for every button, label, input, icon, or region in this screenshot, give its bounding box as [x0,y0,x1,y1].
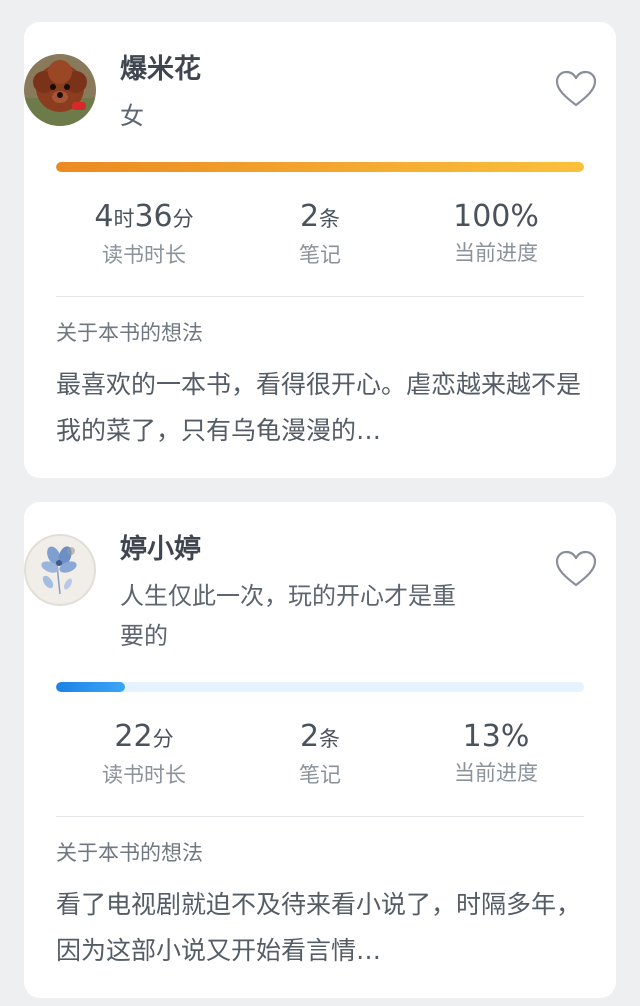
progress-fill [56,162,584,172]
review-card[interactable]: 婷小婷 人生仅此一次，玩的开心才是重要的 22分 读书时长 2条 笔记 13% … [24,502,616,998]
reading-progress-bar [56,162,584,172]
thought-text[interactable]: 最喜欢的一本书，看得很开心。虐恋越来越不是我的菜了，只有乌龟漫漫的… [56,362,584,454]
stat-progress: 100% 当前进度 [408,198,584,278]
avatar[interactable] [24,54,96,126]
progress-fill [56,682,125,692]
stat-reading-time: 22分 读书时长 [56,718,232,798]
stats-row: 4时36分 读书时长 2条 笔记 100% 当前进度 [56,198,584,278]
dog-avatar-image [24,54,96,126]
user-subtitle: 人生仅此一次，玩的开心才是重要的 [120,582,456,650]
reading-time-label: 读书时长 [102,763,186,787]
notes-label: 笔记 [299,763,341,787]
review-card[interactable]: 爆米花 女 4时36分 读书时长 2条 笔记 100% 当前进度 关于本书的想法… [24,22,616,478]
thought-text[interactable]: 看了电视剧就迫不及待来看小说了，时隔多年，因为这部小说又开始看言情… [56,882,584,974]
thought-title: 关于本书的想法 [56,321,203,345]
notes-value: 2条 [299,199,341,234]
user-name: 婷小婷 [120,534,201,565]
reading-time-value: 22分 [114,719,174,754]
progress-value: 13% [462,719,530,754]
progress-label: 当前进度 [454,761,538,785]
reading-time-label: 读书时长 [102,243,186,267]
heart-icon[interactable] [554,548,598,592]
thought-title: 关于本书的想法 [56,841,203,865]
stat-reading-time: 4时36分 读书时长 [56,198,232,278]
heart-icon[interactable] [554,68,598,112]
flower-avatar-image [24,534,96,606]
reading-progress-bar [56,682,584,692]
stat-notes: 2条 笔记 [232,198,408,278]
reading-time-value: 4时36分 [94,199,194,234]
avatar[interactable] [24,534,96,606]
notes-value: 2条 [299,719,341,754]
divider [56,816,584,817]
progress-label: 当前进度 [454,241,538,265]
stat-progress: 13% 当前进度 [408,718,584,798]
stat-notes: 2条 笔记 [232,718,408,798]
user-name: 爆米花 [120,54,201,85]
divider [56,296,584,297]
notes-label: 笔记 [299,243,341,267]
stats-row: 22分 读书时长 2条 笔记 13% 当前进度 [56,718,584,798]
user-subtitle: 女 [120,102,144,130]
progress-value: 100% [453,199,539,234]
